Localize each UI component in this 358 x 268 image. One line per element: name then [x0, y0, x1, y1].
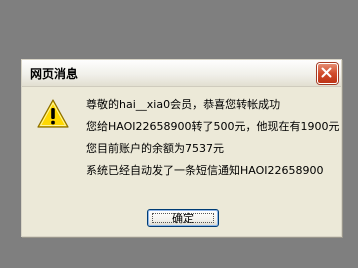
message-line: 尊敬的hai__xia0会员，恭喜您转帐成功	[86, 98, 281, 111]
close-button[interactable]	[317, 63, 338, 84]
ok-button[interactable]: 确定	[147, 209, 219, 227]
message-line: 您目前账户的余额为7537元	[86, 142, 224, 155]
close-icon	[321, 67, 332, 78]
message-line: 您给HAOI22658900转了500元，他现在有1900元	[86, 120, 340, 133]
desktop-background: 网页消息 尊敬的hai__xia0会员，恭喜您转帐成功 您给HAOI226589…	[0, 0, 358, 268]
focus-rectangle	[152, 213, 214, 223]
message-text: 尊敬的hai__xia0会员，恭喜您转帐成功 您给HAOI22658900转了5…	[86, 94, 339, 182]
dialog-title: 网页消息	[30, 67, 79, 81]
dialog-titlebar[interactable]: 网页消息	[22, 60, 341, 87]
message-dialog: 网页消息 尊敬的hai__xia0会员，恭喜您转帐成功 您给HAOI226589…	[21, 59, 342, 237]
warning-icon	[37, 99, 69, 128]
message-line: 系统已经自动发了一条短信通知HAOI22658900	[86, 164, 324, 177]
